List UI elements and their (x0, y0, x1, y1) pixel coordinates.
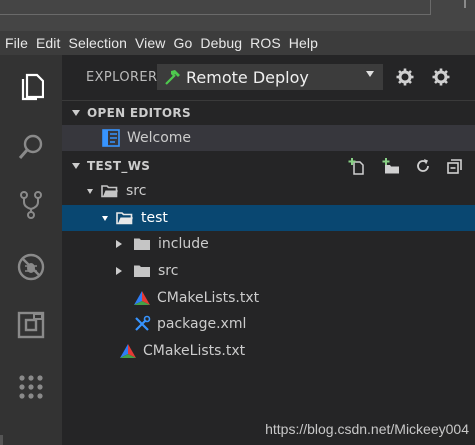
workspace-header[interactable]: TEST_WS (62, 154, 475, 178)
menu-view[interactable]: View (135, 35, 166, 51)
chevron-right-icon (116, 267, 122, 275)
tree-folder-inner-src[interactable]: src (62, 258, 475, 284)
explorer-sidebar: EXPLORER Remote Deploy OPEN EDITORS Welc… (62, 55, 475, 445)
welcome-icon (101, 128, 121, 148)
tree-file-cmakelists-outer-label: CMakeLists.txt (143, 343, 246, 359)
folder-icon (132, 261, 152, 281)
window-titlebar (0, 0, 475, 31)
chevron-down-icon (72, 109, 80, 116)
activity-bar (0, 55, 62, 445)
gear-icon[interactable] (395, 67, 415, 87)
workspace-label: TEST_WS (87, 159, 151, 173)
settings-gear-icon[interactable] (431, 67, 451, 87)
menu-file[interactable]: File (5, 35, 28, 51)
chevron-down-icon (102, 215, 108, 221)
tree-folder-inner-src-label: src (158, 263, 179, 279)
menu-go[interactable]: Go (174, 35, 193, 51)
tree-file-package-xml[interactable]: package.xml (62, 311, 475, 337)
tree-folder-include-label: include (158, 236, 209, 252)
tree-folder-include[interactable]: include (62, 231, 475, 257)
tree-folder-test[interactable]: test (62, 205, 475, 231)
extensions-icon[interactable] (13, 307, 49, 343)
chevron-right-icon (116, 240, 122, 248)
refresh-icon[interactable] (413, 156, 433, 176)
menubar: File Edit Selection View Go Debug ROS He… (0, 31, 475, 55)
open-editor-welcome[interactable]: Welcome (62, 125, 475, 151)
hammer-icon (160, 65, 184, 89)
folder-icon (132, 234, 152, 254)
search-icon[interactable] (13, 129, 49, 165)
tree-file-cmakelists-inner-label: CMakeLists.txt (157, 290, 260, 306)
menu-help[interactable]: Help (289, 35, 318, 51)
new-folder-icon[interactable] (381, 156, 401, 176)
menu-edit[interactable]: Edit (36, 35, 61, 51)
remote-deploy-value: Remote Deploy (186, 67, 309, 87)
cmake-icon (118, 341, 138, 361)
watermark: https://blog.csdn.net/Mickeey004 (265, 421, 469, 437)
new-file-icon[interactable] (347, 156, 367, 176)
explorer-header: EXPLORER Remote Deploy (62, 55, 475, 99)
folder-open-icon (115, 208, 135, 228)
tree-file-package-xml-label: package.xml (157, 316, 247, 332)
tree-folder-src[interactable]: src (62, 178, 475, 204)
tree-folder-src-label: src (126, 183, 147, 199)
menu-debug[interactable]: Debug (200, 35, 242, 51)
chevron-down-icon (72, 163, 80, 169)
folder-open-icon (100, 181, 120, 201)
debug-icon[interactable] (13, 249, 49, 285)
menu-selection[interactable]: Selection (69, 35, 128, 51)
source-control-icon[interactable] (13, 187, 49, 223)
explorer-title: EXPLORER (86, 70, 158, 85)
titlebar-divider (430, 0, 431, 15)
collapse-all-icon[interactable] (445, 156, 465, 176)
cmake-icon (132, 288, 152, 308)
activity-bar-edge (0, 435, 3, 445)
menu-ros[interactable]: ROS (250, 35, 281, 51)
open-editors-label: OPEN EDITORS (87, 105, 191, 120)
ros-grid-icon[interactable] (13, 369, 49, 405)
open-editors-header[interactable]: OPEN EDITORS (62, 100, 475, 124)
package-tools-icon (132, 314, 152, 334)
open-editor-welcome-label: Welcome (127, 130, 192, 146)
files-icon[interactable] (13, 69, 49, 105)
tree-folder-test-label: test (141, 210, 168, 226)
chevron-down-icon (366, 71, 374, 77)
titlebar-marker (464, 0, 466, 8)
remote-deploy-select[interactable]: Remote Deploy (157, 64, 383, 90)
tree-file-cmakelists-inner[interactable]: CMakeLists.txt (62, 285, 475, 311)
tree-file-cmakelists-outer[interactable]: CMakeLists.txt (62, 338, 475, 364)
chevron-down-icon (87, 188, 93, 194)
titlebar-line (0, 14, 430, 15)
